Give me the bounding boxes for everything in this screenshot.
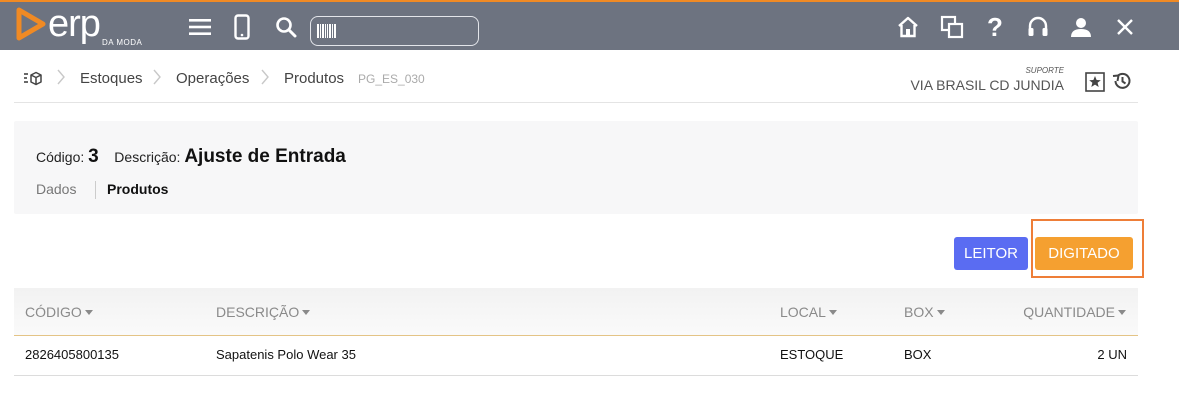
search-icon[interactable] — [273, 14, 299, 40]
sort-caret-icon — [302, 310, 311, 315]
column-header-local[interactable]: LOCAL — [780, 304, 837, 320]
sort-caret-icon — [84, 310, 93, 315]
user-icon[interactable] — [1068, 14, 1094, 40]
column-header-codigo[interactable]: CÓDIGO — [25, 304, 93, 320]
history-icon[interactable] — [1111, 70, 1133, 92]
cell-codigo: 2826405800135 — [25, 347, 119, 362]
home-icon[interactable] — [895, 14, 921, 40]
column-label: DESCRIÇÃO — [216, 304, 300, 320]
chevron-right-icon — [153, 69, 161, 85]
stock-box-icon[interactable] — [24, 71, 44, 87]
support-label: SUPORTE — [1025, 66, 1064, 75]
column-label: LOCAL — [780, 304, 826, 320]
barcode-icon — [317, 24, 336, 38]
cell-local: ESTOQUE — [780, 347, 844, 362]
erp-logo[interactable]: erp DA MODA — [16, 3, 151, 47]
logo-subtext: DA MODA — [102, 38, 143, 47]
table-header: CÓDIGO DESCRIÇÃO LOCAL BOX QUANTIDADE — [14, 288, 1138, 336]
description-value: Ajuste de Entrada — [184, 146, 346, 167]
operation-summary: Código: 3 Descrição: Ajuste de Entrada — [36, 146, 346, 168]
sort-caret-icon — [936, 310, 945, 315]
column-label: BOX — [904, 304, 934, 320]
cell-descricao: Sapatenis Polo Wear 35 — [216, 347, 356, 362]
breadcrumb: Estoques Operações Produtos PG_ES_030 SU… — [14, 52, 1138, 103]
breadcrumb-item-produtos: Produtos — [284, 70, 345, 87]
leitor-button[interactable]: LEITOR — [954, 237, 1028, 270]
barcode-search-field[interactable] — [310, 16, 479, 46]
code-label: Código: — [36, 149, 85, 165]
logo-text: erp — [48, 3, 101, 45]
chevron-right-icon — [261, 69, 269, 85]
windows-icon[interactable] — [939, 14, 965, 40]
cell-quantidade: 2 UN — [1097, 347, 1127, 362]
close-icon[interactable] — [1112, 14, 1138, 40]
breadcrumb-item-estoques[interactable]: Estoques — [80, 70, 143, 87]
menu-icon[interactable] — [187, 14, 213, 40]
column-label: QUANTIDADE — [1023, 304, 1115, 320]
mobile-icon[interactable] — [229, 14, 255, 40]
column-header-quantidade[interactable]: QUANTIDADE — [1023, 304, 1126, 320]
chevron-right-icon — [57, 69, 65, 85]
help-icon[interactable]: ? — [982, 14, 1008, 40]
description-label: Descrição: — [114, 149, 181, 165]
code-value: 3 — [88, 146, 99, 167]
page-code: PG_ES_030 — [358, 72, 425, 86]
top-bar: erp DA MODA ? — [0, 0, 1179, 50]
operation-header: Código: 3 Descrição: Ajuste de Entrada D… — [14, 121, 1138, 214]
sort-caret-icon — [828, 310, 837, 315]
tab-dados[interactable]: Dados — [36, 181, 76, 197]
sort-caret-icon — [1118, 310, 1126, 315]
breadcrumb-item-operacoes[interactable]: Operações — [176, 70, 249, 87]
play-logo-icon — [16, 7, 46, 41]
tab-divider — [95, 181, 96, 199]
digitado-button[interactable]: DIGITADO — [1035, 237, 1133, 270]
cell-box: BOX — [904, 347, 932, 362]
tab-produtos[interactable]: Produtos — [107, 181, 168, 197]
headset-icon[interactable] — [1025, 14, 1051, 40]
barcode-search-input[interactable] — [337, 21, 473, 41]
store-name[interactable]: VIA BRASIL CD JUNDIA — [910, 77, 1064, 93]
column-header-box[interactable]: BOX — [904, 304, 945, 320]
column-label: CÓDIGO — [25, 304, 82, 320]
table-row[interactable]: 2826405800135 Sapatenis Polo Wear 35 EST… — [14, 336, 1138, 376]
favorite-star-icon[interactable] — [1085, 72, 1105, 92]
column-header-descricao[interactable]: DESCRIÇÃO — [216, 304, 311, 320]
